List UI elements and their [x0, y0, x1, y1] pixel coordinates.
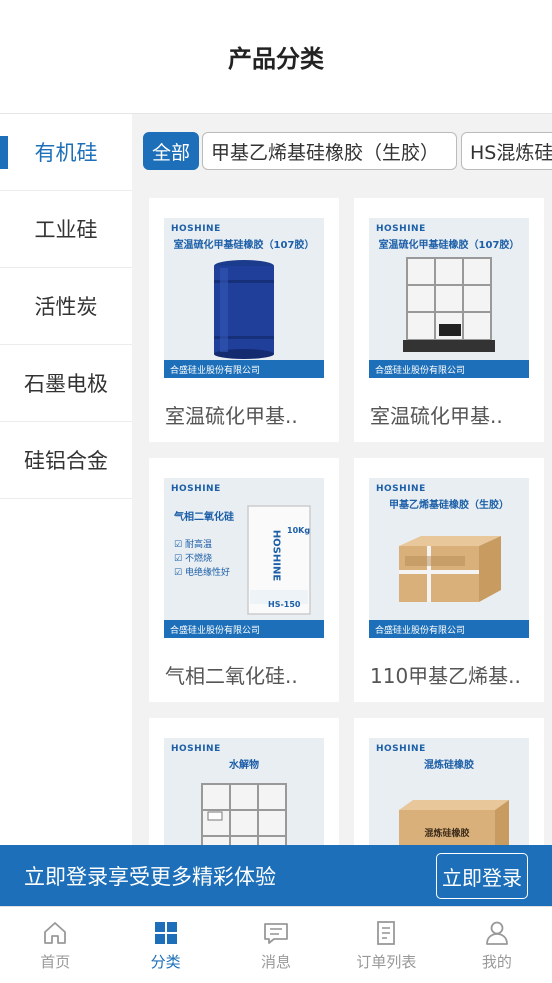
product-image-company: 合盛硅业股份有限公司: [369, 620, 529, 638]
white-bag-icon: [247, 505, 311, 615]
product-image: HOSHINE 气相二氧化硅 ☑ 耐高温 ☑ 不燃烧 ☑ 电绝缘性好 10Kg …: [164, 478, 324, 638]
sidebar-item-graphite-electrode[interactable]: 石墨电极: [0, 345, 132, 422]
tab-methyl-vinyl-silicone-rubber[interactable]: 甲基乙烯基硅橡胶（生胶）: [202, 132, 457, 170]
product-image: HOSHINE 水解物: [164, 738, 324, 845]
sidebar-item-activated-carbon[interactable]: 活性炭: [0, 268, 132, 345]
user-icon: [485, 921, 508, 945]
product-image: HOSHINE 室温硫化甲基硅橡胶（107胶） 合盛硅业股份有限公司: [164, 218, 324, 378]
product-image: HOSHINE 甲基乙烯基硅橡胶（生胶） 合盛硅业股份有限公司: [369, 478, 529, 638]
sidebar-item-label: 工业硅: [34, 218, 98, 242]
product-card[interactable]: HOSHINE 水解物: [149, 718, 339, 845]
grid-icon: [154, 921, 177, 944]
tab-hs-compound-silicone-rubber[interactable]: HS混炼硅橡胶: [461, 132, 552, 170]
order-icon: [377, 920, 396, 945]
tab-label: 我的: [481, 952, 512, 971]
ibc-tote-icon: [201, 783, 287, 845]
category-sidebar: 有机硅 工业硅 活性炭 石墨电极 硅铝合金: [0, 114, 132, 845]
product-card[interactable]: HOSHINE 甲基乙烯基硅橡胶（生胶） 合盛硅业股份有限公司 110甲基乙烯基…: [354, 458, 544, 702]
tab-label: 首页: [40, 952, 71, 971]
sidebar-item-label: 有机硅: [34, 141, 98, 165]
tab-all[interactable]: 全部: [143, 132, 200, 170]
bag-weight: 10Kg: [287, 526, 311, 535]
tab-home[interactable]: 首页: [0, 907, 110, 983]
tab-label: 分类: [150, 952, 181, 971]
sidebar-item-label: 石墨电极: [24, 372, 108, 396]
sidebar-item-organosilicon[interactable]: 有机硅: [0, 114, 132, 191]
product-card[interactable]: HOSHINE 室温硫化甲基硅橡胶（107胶） 合盛硅业股份有限公司 室温硫化甲…: [354, 198, 544, 442]
tab-messages[interactable]: 消息: [221, 907, 331, 983]
product-image: HOSHINE 混炼硅橡胶 混炼硅橡胶: [369, 738, 529, 845]
product-card[interactable]: HOSHINE 混炼硅橡胶 混炼硅橡胶: [354, 718, 544, 845]
blue-drum-icon: [214, 260, 274, 359]
product-panel: 全部 甲基乙烯基硅橡胶（生胶） HS混炼硅橡胶 HOSHINE 室温硫化甲基硅橡…: [132, 114, 552, 845]
tab-mine[interactable]: 我的: [442, 907, 552, 983]
product-card[interactable]: HOSHINE 气相二氧化硅 ☑ 耐高温 ☑ 不燃烧 ☑ 电绝缘性好 10Kg …: [149, 458, 339, 702]
cardboard-box-icon: [399, 536, 501, 602]
tab-label: 消息: [261, 952, 292, 971]
page-title: 产品分类: [228, 45, 324, 73]
sidebar-item-industrial-silicon[interactable]: 工业硅: [0, 191, 132, 268]
bottom-tab-bar: 首页 分类 消息 订单列表 我的: [0, 906, 552, 983]
product-name: 室温硫化甲基..: [165, 404, 298, 428]
login-button[interactable]: 立即登录: [436, 853, 528, 899]
sidebar-item-label: 活性炭: [34, 295, 98, 319]
bag-label: HS-150: [268, 600, 301, 609]
header: 产品分类: [0, 0, 552, 114]
login-banner: 立即登录享受更多精彩体验 立即登录: [0, 845, 552, 906]
product-image-company: 合盛硅业股份有限公司: [164, 360, 324, 378]
product-name: 110甲基乙烯基..: [370, 664, 521, 688]
bag-brand: HOSHINE: [270, 529, 282, 582]
tab-category[interactable]: 分类: [110, 907, 220, 983]
product-name: 气相二氧化硅..: [165, 664, 298, 688]
sidebar-item-silicon-aluminum-alloy[interactable]: 硅铝合金: [0, 422, 132, 499]
box-print: 混炼硅橡胶: [424, 829, 470, 839]
product-card[interactable]: HOSHINE 室温硫化甲基硅橡胶（107胶） 合盛硅业股份有限公司 室温硫化甲…: [149, 198, 339, 442]
message-icon: [264, 922, 288, 944]
sidebar-item-label: 硅铝合金: [24, 449, 108, 473]
login-banner-text: 立即登录享受更多精彩体验: [24, 864, 276, 889]
product-image-company: 合盛硅业股份有限公司: [369, 360, 529, 378]
product-image: HOSHINE 室温硫化甲基硅橡胶（107胶） 合盛硅业股份有限公司: [369, 218, 529, 378]
subcategory-tabs: 全部 甲基乙烯基硅橡胶（生胶） HS混炼硅橡胶: [132, 132, 552, 172]
tab-label: 订单列表: [356, 952, 417, 971]
app-root: 产品分类 有机硅 工业硅 活性炭 石墨电极 硅铝合金 全部 甲基乙烯基硅橡胶（生…: [0, 0, 552, 983]
product-image-company: 合盛硅业股份有限公司: [164, 620, 324, 638]
ibc-tote-icon: [403, 257, 495, 352]
home-icon: [44, 921, 67, 944]
tab-orders[interactable]: 订单列表: [331, 907, 441, 983]
product-name: 室温硫化甲基..: [370, 404, 503, 428]
